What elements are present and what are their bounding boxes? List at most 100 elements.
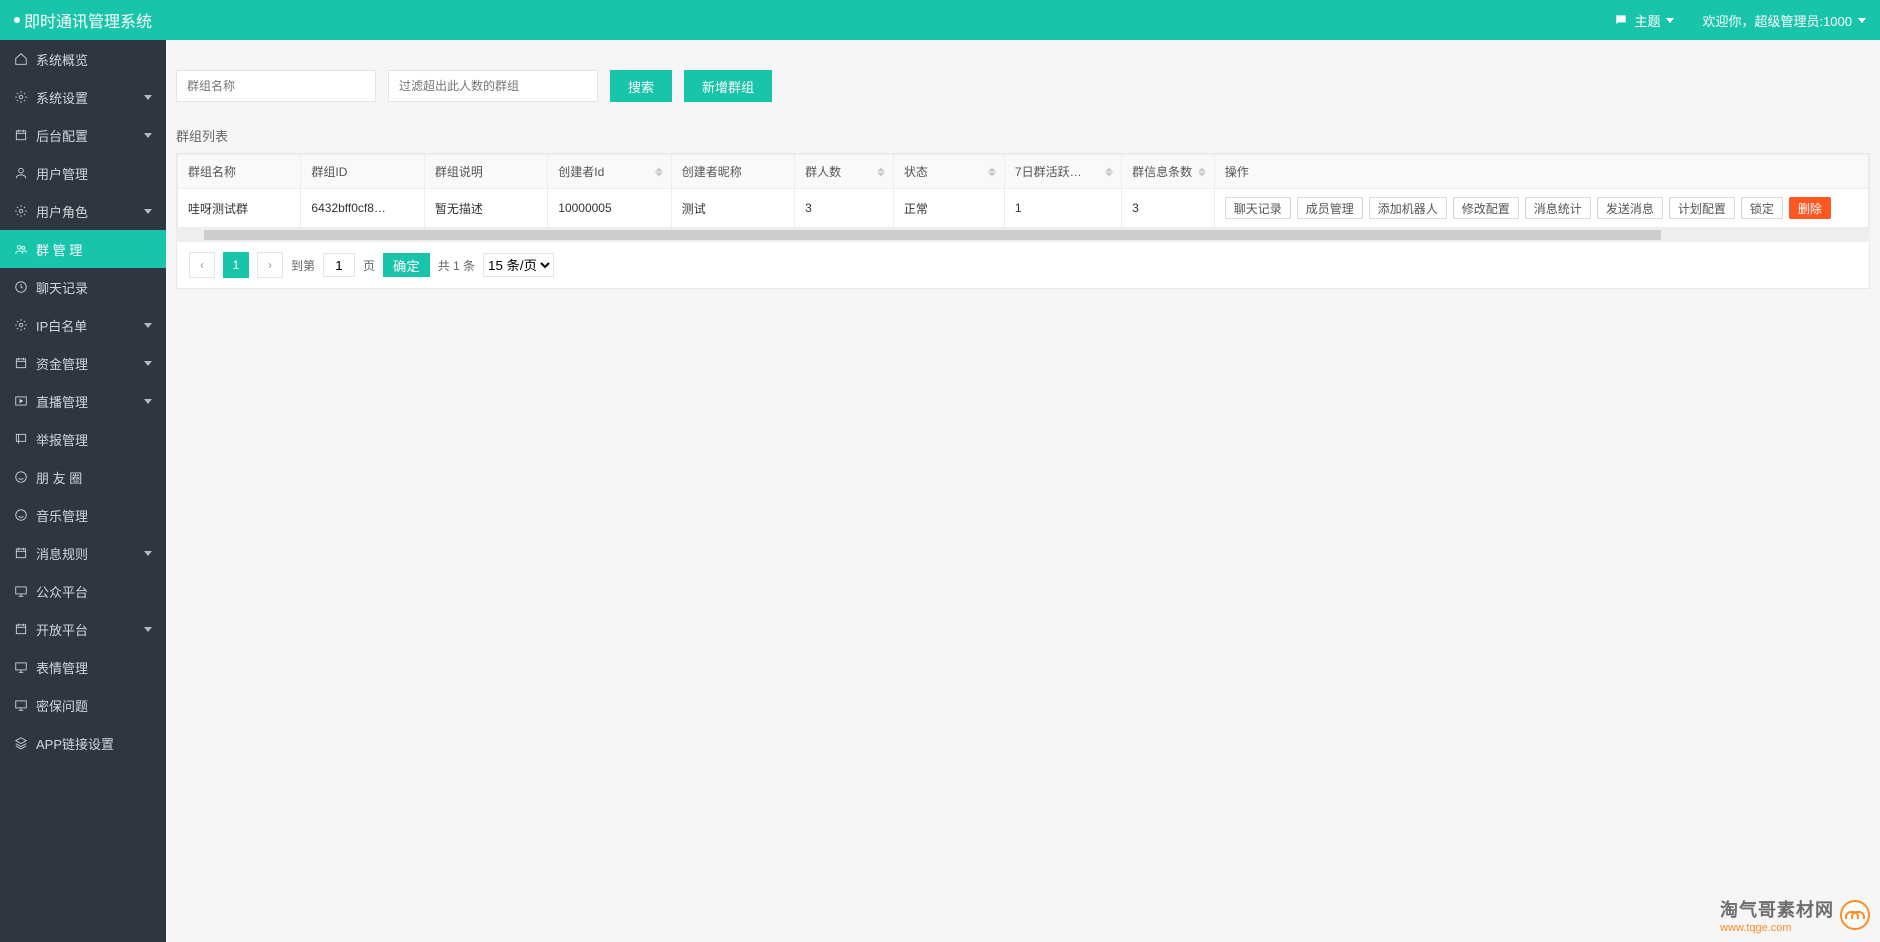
sidebar-item-10[interactable]: 举报管理 [0, 420, 166, 458]
table-row: 哇呀测试群6432bff0cf8…暂无描述10000005测试3正常13聊天记录… [178, 189, 1869, 228]
col-header-3[interactable]: 创建者Id [548, 155, 671, 189]
group-icon [14, 242, 28, 256]
monitor-icon [14, 660, 28, 674]
sort-icon [1105, 167, 1113, 176]
calendar-icon [14, 356, 28, 370]
op-button[interactable]: 修改配置 [1453, 197, 1519, 219]
sidebar-item-8[interactable]: 资金管理 [0, 344, 166, 382]
user-menu[interactable]: 欢迎你，超级管理员:1000 [1702, 11, 1866, 30]
cell: 暂无描述 [424, 189, 547, 228]
sidebar-item-17[interactable]: 密保问题 [0, 686, 166, 724]
topbar: 即时通讯管理系统 主题 欢迎你，超级管理员:1000 [0, 0, 1880, 40]
sidebar-item-0[interactable]: 系统概览 [0, 40, 166, 78]
total-count: 共 1 条 [438, 257, 475, 274]
sidebar-item-label: IP白名单 [36, 316, 87, 335]
op-button[interactable]: 发送消息 [1597, 197, 1663, 219]
col-header-7[interactable]: 7日群活跃… [1004, 155, 1121, 189]
sidebar-item-label: 用户角色 [36, 202, 88, 221]
sidebar-item-11[interactable]: 朋 友 圈 [0, 458, 166, 496]
panel-title: 群组列表 [166, 126, 1880, 153]
search-button[interactable]: 搜索 [610, 70, 672, 102]
add-group-button[interactable]: 新增群组 [684, 70, 772, 102]
flag-icon [14, 432, 28, 446]
member-filter-input[interactable] [388, 70, 598, 102]
sidebar-item-label: 群 管 理 [36, 240, 82, 259]
home-icon [14, 52, 28, 66]
col-header-5[interactable]: 群人数 [795, 155, 894, 189]
col-header-0: 群组名称 [178, 155, 301, 189]
sidebar-item-label: 开放平台 [36, 620, 88, 639]
sidebar-item-label: 系统概览 [36, 50, 88, 69]
op-button[interactable]: 添加机器人 [1369, 197, 1447, 219]
jump-confirm-button[interactable]: 确定 [383, 253, 430, 277]
delete-button[interactable]: 删除 [1789, 197, 1831, 219]
sidebar: 系统概览系统设置后台配置用户管理用户角色群 管 理聊天记录 IP白名单资金管理直播… [0, 40, 166, 942]
cell: 1 [1004, 189, 1121, 228]
sidebar-item-label: 聊天记录 [36, 278, 88, 297]
welcome-text: 欢迎你，超级管理员:1000 [1702, 11, 1852, 30]
layers-icon [14, 736, 28, 750]
op-button[interactable]: 消息统计 [1525, 197, 1591, 219]
jump-label: 到第 [291, 257, 315, 274]
sidebar-item-label: 后台配置 [36, 126, 88, 145]
sidebar-item-7[interactable]: IP白名单 [0, 306, 166, 344]
sidebar-item-14[interactable]: 公众平台 [0, 572, 166, 610]
monitor-icon [14, 698, 28, 712]
cell: 3 [795, 189, 894, 228]
sidebar-item-1[interactable]: 系统设置 [0, 78, 166, 116]
sidebar-item-label: 举报管理 [36, 430, 88, 449]
scrollbar-thumb[interactable] [204, 230, 1661, 240]
main-content: 搜索 新增群组 群组列表 群组名称群组ID群组说明创建者Id创建者昵称群人数状态… [166, 40, 1880, 942]
ops-cell: 聊天记录成员管理添加机器人修改配置消息统计发送消息计划配置锁定删除 [1214, 189, 1868, 228]
horizontal-scrollbar[interactable] [176, 228, 1870, 242]
smile-icon [14, 470, 28, 484]
sidebar-item-9[interactable]: 直播管理 [0, 382, 166, 420]
next-page-button[interactable]: › [257, 252, 283, 278]
jump-page-input[interactable] [323, 253, 355, 277]
sidebar-item-6[interactable]: 聊天记录 [0, 268, 166, 306]
col-header-8[interactable]: 群信息条数 [1122, 155, 1215, 189]
cell: 3 [1122, 189, 1215, 228]
sort-icon [655, 167, 663, 176]
calendar-icon [14, 622, 28, 636]
prev-page-button[interactable]: ‹ [189, 252, 215, 278]
col-header-2: 群组说明 [424, 155, 547, 189]
sidebar-item-12[interactable]: 音乐管理 [0, 496, 166, 534]
op-button[interactable]: 聊天记录 [1225, 197, 1291, 219]
sidebar-item-3[interactable]: 用户管理 [0, 154, 166, 192]
col-header-4: 创建者昵称 [671, 155, 794, 189]
page-number[interactable]: 1 [223, 252, 249, 278]
sidebar-item-5[interactable]: 群 管 理 [0, 230, 166, 268]
user-icon [14, 166, 28, 180]
sidebar-item-13[interactable]: 消息规则 [0, 534, 166, 572]
sidebar-item-2[interactable]: 后台配置 [0, 116, 166, 154]
op-button[interactable]: 锁定 [1741, 197, 1783, 219]
sort-icon [877, 167, 885, 176]
theme-switch[interactable]: 主题 [1614, 11, 1674, 30]
watermark-text: 淘气哥素材网 www.tqge.com [1720, 896, 1834, 934]
col-header-6[interactable]: 状态 [893, 155, 1004, 189]
topbar-right: 主题 欢迎你，超级管理员:1000 [1614, 11, 1866, 30]
cell: 6432bff0cf8… [301, 189, 424, 228]
monitor-icon [14, 584, 28, 598]
sidebar-item-18[interactable]: APP链接设置 [0, 724, 166, 762]
sidebar-item-15[interactable]: 开放平台 [0, 610, 166, 648]
page-size-select[interactable]: 15 条/页 [483, 253, 554, 277]
gear-icon [14, 204, 28, 218]
sidebar-item-4[interactable]: 用户角色 [0, 192, 166, 230]
col-header-9: 操作 [1214, 155, 1868, 189]
clock-icon [14, 280, 28, 294]
cell: 正常 [893, 189, 1004, 228]
sidebar-item-label: APP链接设置 [36, 734, 114, 753]
sidebar-item-label: 密保问题 [36, 696, 88, 715]
op-button[interactable]: 计划配置 [1669, 197, 1735, 219]
group-name-input[interactable] [176, 70, 376, 102]
sidebar-item-label: 朋 友 圈 [36, 468, 82, 487]
cell: 测试 [671, 189, 794, 228]
sidebar-item-label: 直播管理 [36, 392, 88, 411]
sidebar-item-16[interactable]: 表情管理 [0, 648, 166, 686]
gear-icon [14, 318, 28, 332]
op-button[interactable]: 成员管理 [1297, 197, 1363, 219]
pagination: ‹ 1 › 到第 页 确定 共 1 条 15 条/页 [176, 242, 1870, 289]
brand: 即时通讯管理系统 [14, 8, 152, 32]
